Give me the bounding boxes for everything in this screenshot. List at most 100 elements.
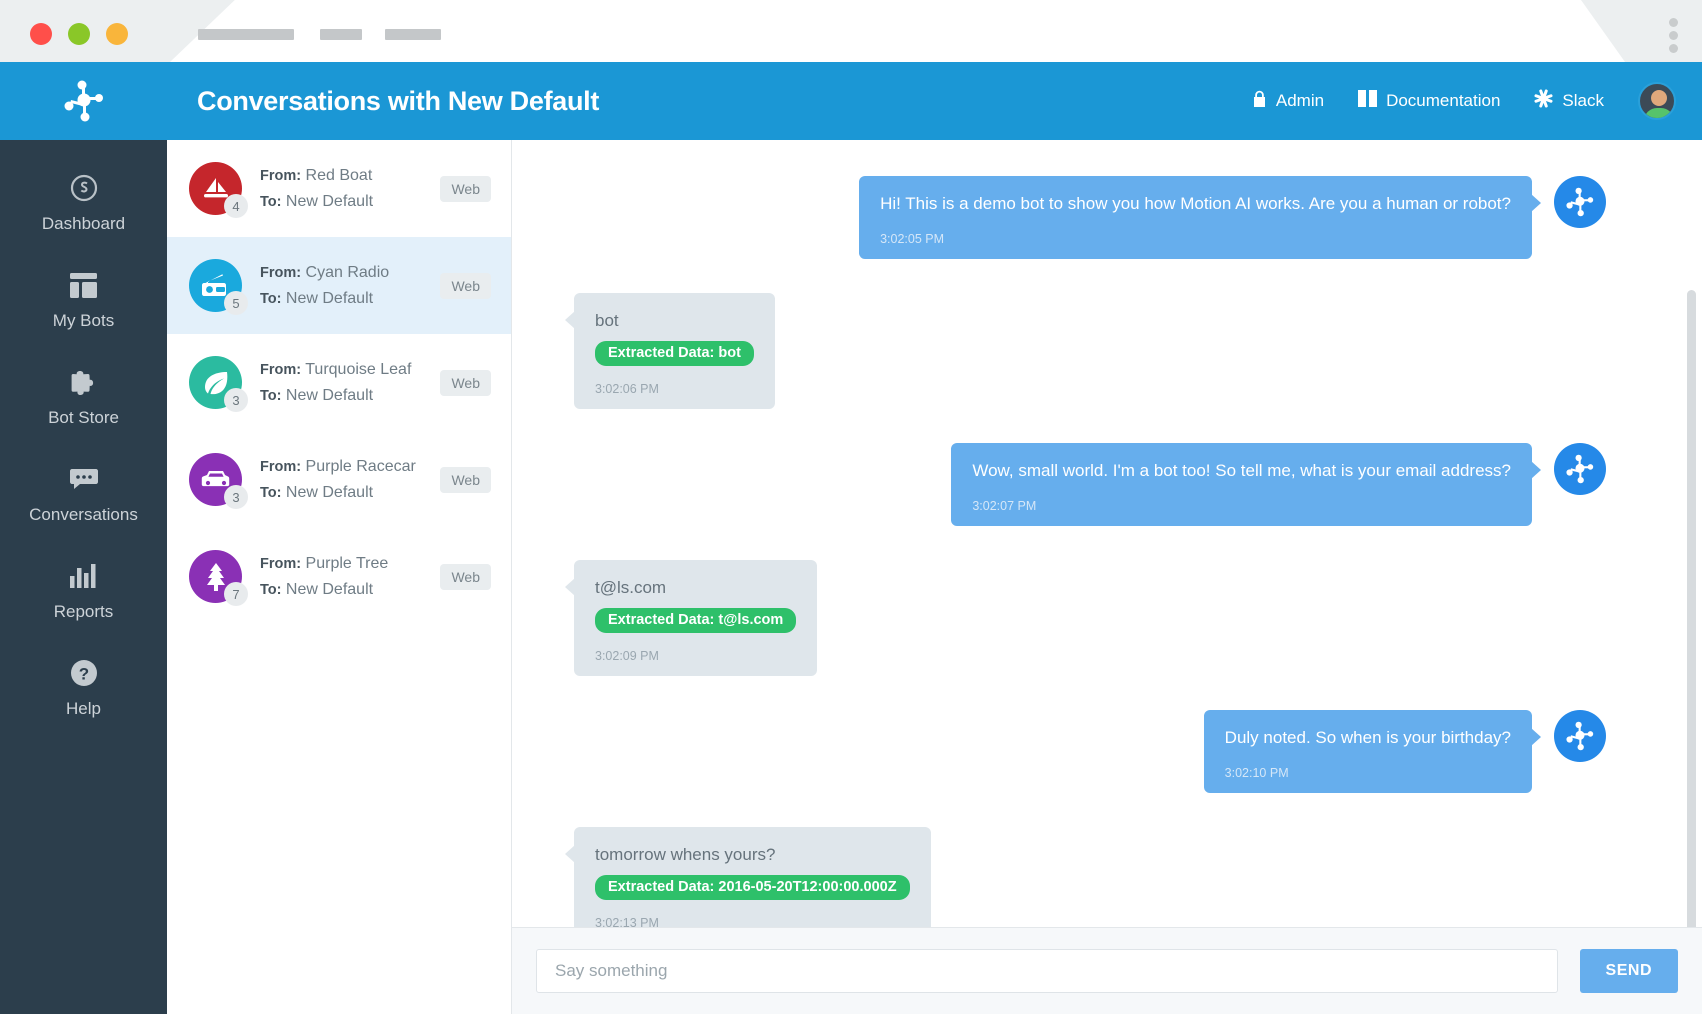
conversation-to-value: New Default (286, 484, 373, 501)
to-label: To: (260, 388, 281, 404)
message-input[interactable] (536, 949, 1558, 993)
chat-message: tomorrow whens yours? Extracted Data: 20… (574, 827, 1606, 927)
list-item[interactable]: 7 From: Purple Tree To: New Default Web (167, 528, 511, 625)
book-icon (1358, 90, 1377, 112)
to-label: To: (260, 194, 281, 210)
avatar: 7 (189, 550, 242, 603)
scrollbar[interactable] (1687, 290, 1696, 980)
from-label: From: (260, 265, 301, 281)
to-label: To: (260, 485, 281, 501)
message-bubble-user: bot Extracted Data: bot 3:02:06 PM (574, 293, 775, 409)
chat-message-list[interactable]: Hi! This is a demo bot to show you how M… (512, 140, 1702, 927)
unread-count-badge: 5 (224, 291, 248, 315)
unread-count-badge: 3 (224, 485, 248, 509)
list-item-meta: From: Turquoise Leaf To: New Default (260, 357, 432, 409)
from-label: From: (260, 168, 301, 184)
channel-badge: Web (440, 467, 491, 493)
conversation-to-line: To: New Default (260, 383, 432, 409)
message-bubble-bot: Wow, small world. I'm a bot too! So tell… (951, 443, 1532, 526)
list-item[interactable]: 4 From: Red Boat To: New Default Web (167, 140, 511, 237)
message-bubble-user: t@ls.com Extracted Data: t@ls.com 3:02:0… (574, 560, 817, 676)
sidebar-item-label: Dashboard (42, 214, 125, 234)
sidebar-item-bot-store[interactable]: Bot Store (0, 348, 167, 445)
chat-panel: Hi! This is a demo bot to show you how M… (512, 140, 1702, 1014)
conversation-to-value: New Default (286, 290, 373, 307)
avatar[interactable] (1638, 82, 1676, 120)
channel-badge: Web (440, 370, 491, 396)
message-text: t@ls.com (595, 577, 796, 600)
unread-count-badge: 7 (224, 582, 248, 606)
sidebar-item-label: Reports (54, 602, 114, 622)
message-timestamp: 3:02:05 PM (880, 232, 1511, 246)
header-nav-admin-label: Admin (1276, 91, 1324, 111)
to-label: To: (260, 582, 281, 598)
send-button[interactable]: SEND (1580, 949, 1678, 993)
sidebar-item-conversations[interactable]: Conversations (0, 445, 167, 542)
conversation-from-line: From: Cyan Radio (260, 260, 432, 286)
header-nav-slack[interactable]: Slack (1534, 89, 1604, 113)
chat-message: Duly noted. So when is your birthday? 3:… (574, 710, 1606, 793)
motion-ai-molecule-logo (1554, 176, 1606, 228)
sidebar: Dashboard My Bots Bot Store Conversation… (0, 140, 167, 1014)
svg-text:?: ? (78, 665, 88, 684)
chat-message: t@ls.com Extracted Data: t@ls.com 3:02:0… (574, 560, 1606, 676)
window-close-button[interactable] (30, 23, 52, 45)
chat-message: bot Extracted Data: bot 3:02:06 PM (574, 293, 1606, 409)
conversation-from-value: Turquoise Leaf (305, 361, 411, 378)
message-text: Duly noted. So when is your birthday? (1225, 727, 1511, 750)
to-label: To: (260, 291, 281, 307)
conversation-to-line: To: New Default (260, 577, 432, 603)
slack-icon (1534, 89, 1553, 113)
header-nav: Admin Documentation Slack (1252, 82, 1702, 120)
from-label: From: (260, 362, 301, 378)
placeholder-bar (198, 29, 294, 40)
header-nav-admin[interactable]: Admin (1252, 90, 1324, 113)
list-item[interactable]: 3 From: Turquoise Leaf To: New Default W… (167, 334, 511, 431)
header-nav-documentation[interactable]: Documentation (1358, 90, 1500, 112)
message-bubble-bot: Duly noted. So when is your birthday? 3:… (1204, 710, 1532, 793)
conversation-to-line: To: New Default (260, 189, 432, 215)
message-text: Hi! This is a demo bot to show you how M… (880, 193, 1511, 216)
sidebar-item-label: My Bots (53, 311, 114, 331)
chat-bubble-icon (70, 462, 98, 496)
sidebar-item-dashboard[interactable]: Dashboard (0, 154, 167, 251)
status-badge: Extracted Data: t@ls.com (595, 608, 796, 633)
list-item-meta: From: Cyan Radio To: New Default (260, 260, 432, 312)
status-badge: Extracted Data: 2016-05-20T12:00:00.000Z (595, 875, 910, 900)
sidebar-item-my-bots[interactable]: My Bots (0, 251, 167, 348)
bar-chart-icon (70, 559, 97, 593)
motion-ai-molecule-logo (1554, 443, 1606, 495)
window-maximize-button[interactable] (106, 23, 128, 45)
from-label: From: (260, 556, 301, 572)
message-timestamp: 3:02:13 PM (595, 916, 910, 927)
message-timestamp: 3:02:06 PM (595, 382, 754, 396)
channel-badge: Web (440, 273, 491, 299)
browser-chrome (0, 0, 1702, 62)
message-timestamp: 3:02:09 PM (595, 649, 796, 663)
list-item[interactable]: 3 From: Purple Racecar To: New Default W… (167, 431, 511, 528)
window-minimize-button[interactable] (68, 23, 90, 45)
from-label: From: (260, 459, 301, 475)
message-text: bot (595, 310, 754, 333)
browser-tab-right-shape (525, 0, 1625, 62)
placeholder-bar (385, 29, 441, 40)
sidebar-item-help[interactable]: ? Help (0, 639, 167, 736)
puzzle-piece-icon (69, 365, 99, 399)
question-mark-icon: ? (70, 656, 98, 690)
sidebar-item-label: Help (66, 699, 101, 719)
dashboard-circle-icon (70, 171, 98, 205)
conversation-from-value: Purple Tree (306, 555, 389, 572)
motion-ai-molecule-logo[interactable] (0, 78, 167, 124)
conversation-to-value: New Default (286, 581, 373, 598)
app-header: Conversations with New Default Admin Doc… (0, 62, 1702, 140)
message-bubble-user: tomorrow whens yours? Extracted Data: 20… (574, 827, 931, 927)
kebab-menu-icon[interactable] (1669, 18, 1678, 52)
message-bubble-bot: Hi! This is a demo bot to show you how M… (859, 176, 1532, 259)
message-text: tomorrow whens yours? (595, 844, 910, 867)
page-title: Conversations with New Default (197, 86, 599, 117)
conversation-from-value: Red Boat (306, 167, 373, 184)
message-timestamp: 3:02:07 PM (972, 499, 1511, 513)
sidebar-item-reports[interactable]: Reports (0, 542, 167, 639)
list-item[interactable]: 5 From: Cyan Radio To: New Default Web (167, 237, 511, 334)
conversation-list[interactable]: 4 From: Red Boat To: New Default Web 5 F… (167, 140, 512, 1014)
